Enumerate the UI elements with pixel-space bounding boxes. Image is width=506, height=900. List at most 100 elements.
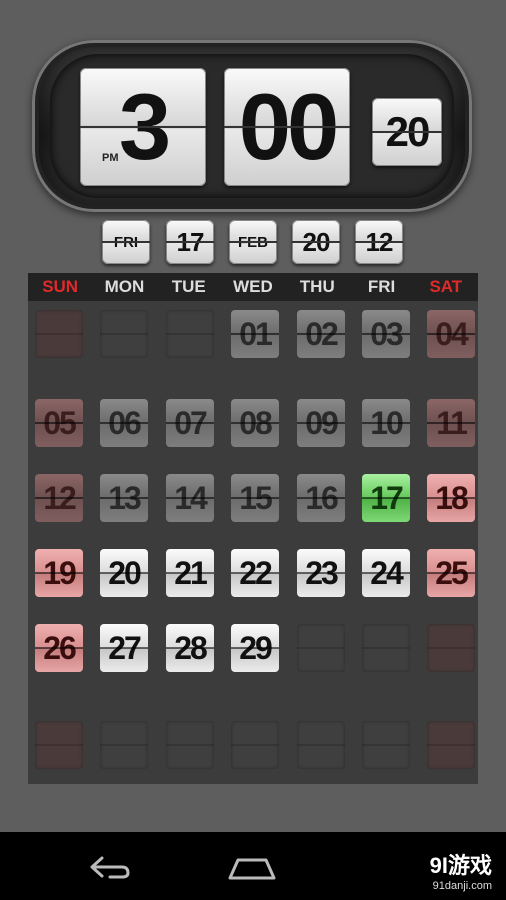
day-cell[interactable]: 14 [166,474,214,522]
month-calendar: SUN MON TUE WED THU FRI SAT 01 02 03 04 05 06… [28,273,478,784]
weekday-sat: SAT [429,277,463,296]
day-number: 09 [305,404,339,441]
day-number: 24 [370,554,404,591]
weekday-label: FRI [113,233,139,251]
watermark: 9Ɩ游戏 91danji.com [430,848,492,892]
year-short-label: 12 [365,226,394,257]
day-number: 05 [43,404,77,441]
day-number: 04 [435,315,469,352]
weekday-fri: FRI [367,277,396,296]
day-number: 28 [174,629,208,666]
empty-day-cell [427,624,475,672]
empty-day-cell [231,721,279,769]
year-century-tile: 20 [292,220,340,264]
second-flip-card: 20 [372,98,442,166]
day-number: 18 [435,479,469,516]
weekday-wed: WED [233,277,273,296]
day-label: 17 [176,226,205,257]
day-number: 03 [370,315,404,352]
day-cell[interactable]: 13 [100,474,148,522]
year-short-tile: 12 [355,220,403,264]
day-grid: 01 02 03 04 05 06 07 08 09 10 11 12 13 14 15 16 17 18 19 20… [28,301,478,784]
day-number: 15 [239,479,273,516]
empty-day-cell [166,310,214,358]
day-number: 13 [108,479,142,516]
day-number: 02 [305,315,339,352]
empty-day-cell [362,721,410,769]
day-cell[interactable]: 23 [297,549,345,597]
day-cell[interactable]: 12 [35,474,83,522]
back-button[interactable] [78,850,138,884]
empty-day-cell [100,310,148,358]
watermark-logo: 9Ɩ游戏 [429,853,492,878]
day-cell[interactable]: 10 [362,399,410,447]
day-cell[interactable]: 07 [166,399,214,447]
day-cell[interactable]: 06 [100,399,148,447]
weekday-header: SUN MON TUE WED THU FRI SAT [28,273,478,301]
day-cell[interactable]: 18 [427,474,475,522]
weekday-tile: FRI [102,220,150,264]
day-cell[interactable]: 27 [100,624,148,672]
home-icon [228,858,276,880]
day-cell[interactable]: 28 [166,624,214,672]
day-number: 29 [239,629,273,666]
flip-clock[interactable]: 3 PM 00 20 [32,40,472,212]
weekday-mon: MON [104,277,145,296]
hour-digit: 3 [118,74,171,179]
empty-day-cell [100,721,148,769]
empty-day-cell [362,624,410,672]
day-cell[interactable]: 05 [35,399,83,447]
day-number: 23 [305,554,339,591]
day-number: 10 [370,404,404,441]
day-number: 19 [43,554,77,591]
day-number: 20 [108,554,142,591]
day-cell[interactable]: 04 [427,310,475,358]
day-number: 08 [239,404,273,441]
day-cell[interactable]: 21 [166,549,214,597]
empty-day-cell [297,721,345,769]
day-number: 17 [370,479,404,516]
today-cell[interactable]: 17 [362,474,410,522]
clock-face: 3 PM 00 20 [50,54,454,198]
day-cell[interactable]: 11 [427,399,475,447]
day-number: 07 [174,404,208,441]
day-cell[interactable]: 09 [297,399,345,447]
second-digits: 20 [385,108,431,155]
weekday-sun: SUN [42,277,79,296]
ampm-label: PM [102,152,119,164]
home-button[interactable] [222,850,282,884]
day-number: 06 [108,404,142,441]
month-label: FEB [238,233,268,251]
system-nav-bar: 9Ɩ游戏 91danji.com [0,832,506,900]
day-cell[interactable]: 20 [100,549,148,597]
minute-digits: 00 [238,74,340,179]
empty-day-cell [297,624,345,672]
day-cell[interactable]: 19 [35,549,83,597]
day-cell[interactable]: 25 [427,549,475,597]
empty-day-cell [427,721,475,769]
back-icon [90,856,130,879]
day-cell[interactable]: 08 [231,399,279,447]
day-cell[interactable]: 26 [35,624,83,672]
day-number: 01 [239,315,273,352]
watermark-url: 91danji.com [432,880,492,892]
day-number: 27 [108,629,142,666]
day-number: 14 [174,479,208,516]
day-number: 21 [174,554,208,591]
day-number: 16 [305,479,339,516]
day-tile: 17 [166,220,214,264]
empty-day-cell [35,721,83,769]
day-cell[interactable]: 03 [362,310,410,358]
day-cell[interactable]: 02 [297,310,345,358]
day-cell[interactable]: 15 [231,474,279,522]
day-number: 22 [239,554,273,591]
minute-flip-card: 00 [224,68,350,186]
day-cell[interactable]: 29 [231,624,279,672]
day-number: 11 [436,404,468,441]
day-cell[interactable]: 01 [231,310,279,358]
hour-flip-card: 3 PM [80,68,206,186]
day-cell[interactable]: 16 [297,474,345,522]
day-cell[interactable]: 24 [362,549,410,597]
month-tile: FEB [229,220,277,264]
day-cell[interactable]: 22 [231,549,279,597]
